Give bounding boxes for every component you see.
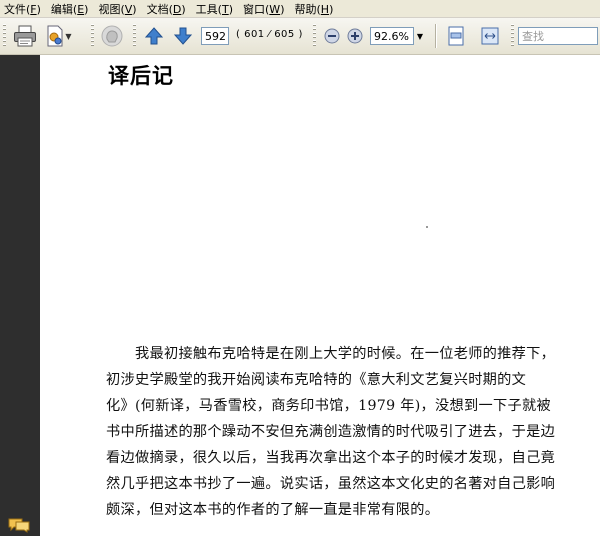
text-line: 书中所描述的那个躁动不安但充满创造激情的时代吸引了进去，于是边 (106, 424, 556, 440)
scan-speck (426, 226, 428, 228)
toolbar-grip[interactable] (313, 24, 316, 48)
navigation-pane[interactable] (0, 55, 40, 536)
chevron-down-icon[interactable]: ▼ (65, 32, 71, 41)
toolbar: ▼ 592 ( 601 ⁄ 605 ) 92.6% ▼ 查找 (0, 18, 600, 55)
toolbar-grip[interactable] (511, 24, 514, 48)
print-button[interactable] (12, 24, 38, 48)
previous-page-icon (144, 27, 164, 45)
text-line: 颇深，但对这本书的作者的了解一直是非常有限的。 (106, 502, 440, 518)
menu-tools[interactable]: 工具(T) (192, 1, 237, 17)
document-body: 我最初接触布克哈特是在刚上大学的时候。在一位老师的推荐下， 初涉史学殿堂的我开始… (106, 341, 600, 523)
menu-window[interactable]: 窗口(W) (239, 1, 288, 17)
fit-page-icon (448, 26, 464, 46)
zoom-input[interactable]: 92.6% (370, 27, 414, 45)
toolbar-grip[interactable] (91, 24, 94, 48)
fit-page-button[interactable] (444, 24, 468, 48)
page-count: ( 601 ⁄ 605 ) (236, 29, 303, 40)
toolbar-grip[interactable] (3, 24, 6, 48)
text-line: 我最初接触布克哈特是在刚上大学的时候。在一位老师的推荐下， (106, 346, 556, 362)
share-button[interactable]: ▼ (44, 24, 74, 48)
menu-file[interactable]: 文件(F) (0, 1, 45, 17)
text-line: 看边做摘录，很久以后，当我再次拿出这个本子的时候才发现，自己竟 (106, 450, 556, 466)
search-input[interactable]: 查找 (518, 27, 598, 45)
zoom-dropdown[interactable]: ▼ (414, 27, 426, 45)
zoom-out-button[interactable] (321, 24, 343, 48)
zoom-out-icon (324, 28, 340, 44)
share-icon (47, 25, 63, 47)
comments-button[interactable] (8, 517, 30, 537)
next-page-icon (173, 27, 193, 45)
menu-bar: 文件(F) 编辑(E) 视图(V) 文档(D) 工具(T) 窗口(W) 帮助(H… (0, 0, 600, 18)
toolbar-grip[interactable] (133, 24, 136, 48)
print-icon (14, 25, 36, 47)
toolbar-separator (435, 24, 437, 48)
zoom-in-button[interactable] (344, 24, 366, 48)
menu-document[interactable]: 文档(D) (143, 1, 190, 17)
text-line: 初涉史学殿堂的我开始阅读布克哈特的《意大利文艺复兴时期的文 (106, 372, 527, 388)
document-page[interactable]: 译后记 我最初接触布克哈特是在刚上大学的时候。在一位老师的推荐下， 初涉史学殿堂… (40, 55, 600, 536)
comments-icon (8, 518, 30, 533)
next-page-button[interactable] (171, 24, 195, 48)
text-line: 然几乎把这本书抄了一遍。说实话，虽然这本文化史的名著对自己影响 (106, 476, 556, 492)
fit-width-icon (481, 27, 499, 45)
zoom-in-icon (347, 28, 363, 44)
hand-tool-button[interactable] (98, 24, 126, 48)
menu-view[interactable]: 视图(V) (94, 1, 140, 17)
page-number-input[interactable]: 592 (201, 27, 229, 45)
hand-tool-icon (101, 25, 123, 47)
fit-width-button[interactable] (478, 24, 502, 48)
chevron-down-icon: ▼ (416, 31, 424, 41)
menu-edit[interactable]: 编辑(E) (47, 1, 93, 17)
previous-page-button[interactable] (142, 24, 166, 48)
text-line: 化》(何新译，马香雪校，商务印书馆，1979 年)，没想到一下子就被 (106, 398, 551, 414)
page-title: 译后记 (108, 63, 174, 88)
menu-help[interactable]: 帮助(H) (290, 1, 337, 17)
